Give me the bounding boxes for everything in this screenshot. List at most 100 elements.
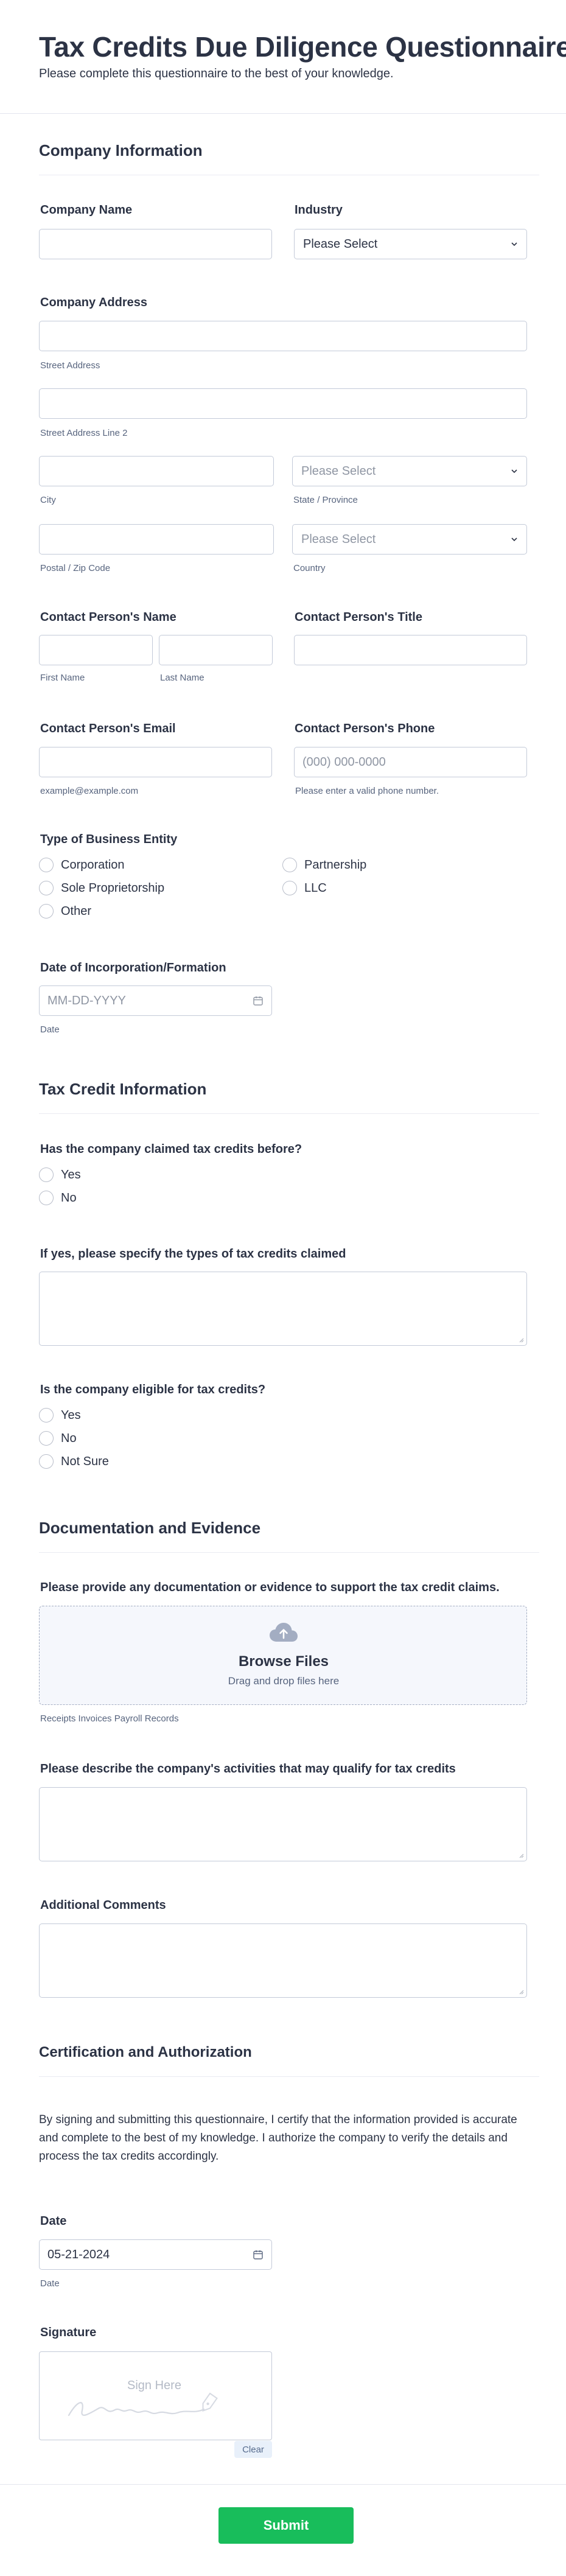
signature-label: Signature <box>40 2326 97 2339</box>
calendar-icon[interactable] <box>253 995 264 1006</box>
certification-date-input[interactable]: 05-21-2024 <box>39 2239 272 2270</box>
radio-button[interactable] <box>39 1431 54 1446</box>
additional-comments-label: Additional Comments <box>40 1899 166 1912</box>
chevron-down-icon <box>511 469 517 474</box>
radio-button[interactable] <box>39 858 54 872</box>
entity-option-sole-proprietorship[interactable]: Sole Proprietorship <box>39 881 164 895</box>
last-name-sublabel: Last Name <box>160 673 204 683</box>
radio-button[interactable] <box>39 1454 54 1469</box>
upload-sublabel: Receipts Invoices Payroll Records <box>40 1713 179 1724</box>
state-sublabel: State / Province <box>293 495 358 505</box>
contact-email-label: Contact Person's Email <box>40 722 176 735</box>
calendar-icon[interactable] <box>253 2249 264 2260</box>
company-name-input[interactable] <box>39 229 272 259</box>
claimed-option-no[interactable]: No <box>39 1191 77 1205</box>
city-input[interactable] <box>39 456 274 486</box>
country-sublabel: Country <box>293 563 326 573</box>
contact-phone-label: Contact Person's Phone <box>295 722 435 735</box>
first-name-sublabel: First Name <box>40 673 85 683</box>
company-name-label: Company Name <box>40 203 133 217</box>
date-label: Date <box>40 2214 67 2228</box>
street-address-sublabel: Street Address <box>40 360 100 371</box>
section-title-certification: Certification and Authorization <box>39 2044 252 2060</box>
industry-select[interactable]: Please Select <box>294 229 527 259</box>
state-select-value: Please Select <box>301 464 376 478</box>
radio-button[interactable] <box>39 904 54 919</box>
industry-select-value: Please Select <box>303 237 378 251</box>
file-upload-dropzone[interactable]: Browse Files Drag and drop files here <box>39 1606 527 1705</box>
postal-code-sublabel: Postal / Zip Code <box>40 563 111 573</box>
city-sublabel: City <box>40 495 56 505</box>
street-address-line2-input[interactable] <box>39 388 527 419</box>
country-select-value: Please Select <box>301 532 376 546</box>
incorporation-date-input[interactable]: MM-DD-YYYY <box>39 985 272 1016</box>
postal-code-input[interactable] <box>39 524 274 555</box>
browse-files-button[interactable]: Browse Files <box>40 1653 528 1670</box>
first-name-input[interactable] <box>39 635 153 665</box>
evidence-label: Please provide any documentation or evid… <box>40 1581 500 1594</box>
entity-option-other[interactable]: Other <box>39 904 91 919</box>
incorporation-date-placeholder: MM-DD-YYYY <box>47 993 126 1007</box>
credit-types-textarea[interactable] <box>39 1272 527 1346</box>
page-subtitle: Please complete this questionnaire to th… <box>39 67 394 80</box>
last-name-input[interactable] <box>159 635 273 665</box>
clear-signature-button[interactable]: Clear <box>234 2441 272 2458</box>
street-address-line2-sublabel: Street Address Line 2 <box>40 428 128 438</box>
cloud-upload-icon <box>270 1623 298 1642</box>
state-select[interactable]: Please Select <box>292 456 527 486</box>
drag-drop-hint: Drag and drop files here <box>228 1675 340 1687</box>
radio-button[interactable] <box>39 881 54 895</box>
radio-button[interactable] <box>39 1167 54 1182</box>
section-divider <box>39 2076 539 2077</box>
resize-handle-icon[interactable] <box>518 1852 524 1858</box>
footer-divider <box>0 2484 566 2485</box>
incorporation-date-label: Date of Incorporation/Formation <box>40 961 226 975</box>
contact-phone-input[interactable]: (000) 000-0000 <box>294 747 527 777</box>
credit-types-label: If yes, please specify the types of tax … <box>40 1247 346 1261</box>
signature-scribble-icon <box>68 2392 218 2417</box>
additional-comments-textarea[interactable] <box>39 1923 527 1998</box>
entity-option-corporation[interactable]: Corporation <box>39 858 125 872</box>
entity-option-llc[interactable]: LLC <box>282 881 327 895</box>
section-title-company: Company Information <box>39 141 203 159</box>
submit-button[interactable]: Submit <box>218 2507 354 2544</box>
incorporation-date-sublabel: Date <box>40 1024 60 1035</box>
contact-email-input[interactable] <box>39 747 272 777</box>
email-hint: example@example.com <box>40 786 139 796</box>
header-divider <box>0 113 566 114</box>
claimed-option-yes[interactable]: Yes <box>39 1167 81 1182</box>
page-title: Tax Credits Due Diligence Questionnaire <box>39 31 566 63</box>
eligible-option-no[interactable]: No <box>39 1431 77 1446</box>
contact-title-input[interactable] <box>294 635 527 665</box>
section-title-documentation: Documentation and Evidence <box>39 1519 261 1537</box>
section-divider <box>39 1113 539 1114</box>
industry-label: Industry <box>295 203 343 217</box>
certification-statement: By signing and submitting this questionn… <box>39 2113 517 2163</box>
eligible-option-not-sure[interactable]: Not Sure <box>39 1454 109 1469</box>
eligible-label: Is the company eligible for tax credits? <box>40 1383 266 1396</box>
chevron-down-icon <box>511 242 517 247</box>
resize-handle-icon[interactable] <box>518 1337 524 1343</box>
radio-button[interactable] <box>282 858 297 872</box>
contact-name-label: Contact Person's Name <box>40 611 176 624</box>
phone-hint: Please enter a valid phone number. <box>295 786 439 796</box>
section-title-tax-credit: Tax Credit Information <box>39 1080 207 1098</box>
signature-pad[interactable]: Sign Here <box>39 2351 272 2440</box>
claimed-before-label: Has the company claimed tax credits befo… <box>40 1143 302 1156</box>
activities-label: Please describe the company's activities… <box>40 1762 456 1776</box>
radio-button[interactable] <box>39 1191 54 1205</box>
section-divider <box>39 1552 539 1553</box>
activities-textarea[interactable] <box>39 1787 527 1861</box>
certification-date-value: 05-21-2024 <box>47 2247 110 2261</box>
entity-option-partnership[interactable]: Partnership <box>282 858 366 872</box>
business-entity-label: Type of Business Entity <box>40 833 178 846</box>
resize-handle-icon[interactable] <box>518 1989 524 1995</box>
chevron-down-icon <box>511 537 517 542</box>
radio-button[interactable] <box>282 881 297 895</box>
eligible-option-yes[interactable]: Yes <box>39 1408 81 1423</box>
country-select[interactable]: Please Select <box>292 524 527 555</box>
contact-title-label: Contact Person's Title <box>295 611 422 624</box>
radio-button[interactable] <box>39 1408 54 1423</box>
street-address-input[interactable] <box>39 321 527 351</box>
certification-date-sublabel: Date <box>40 2278 60 2289</box>
